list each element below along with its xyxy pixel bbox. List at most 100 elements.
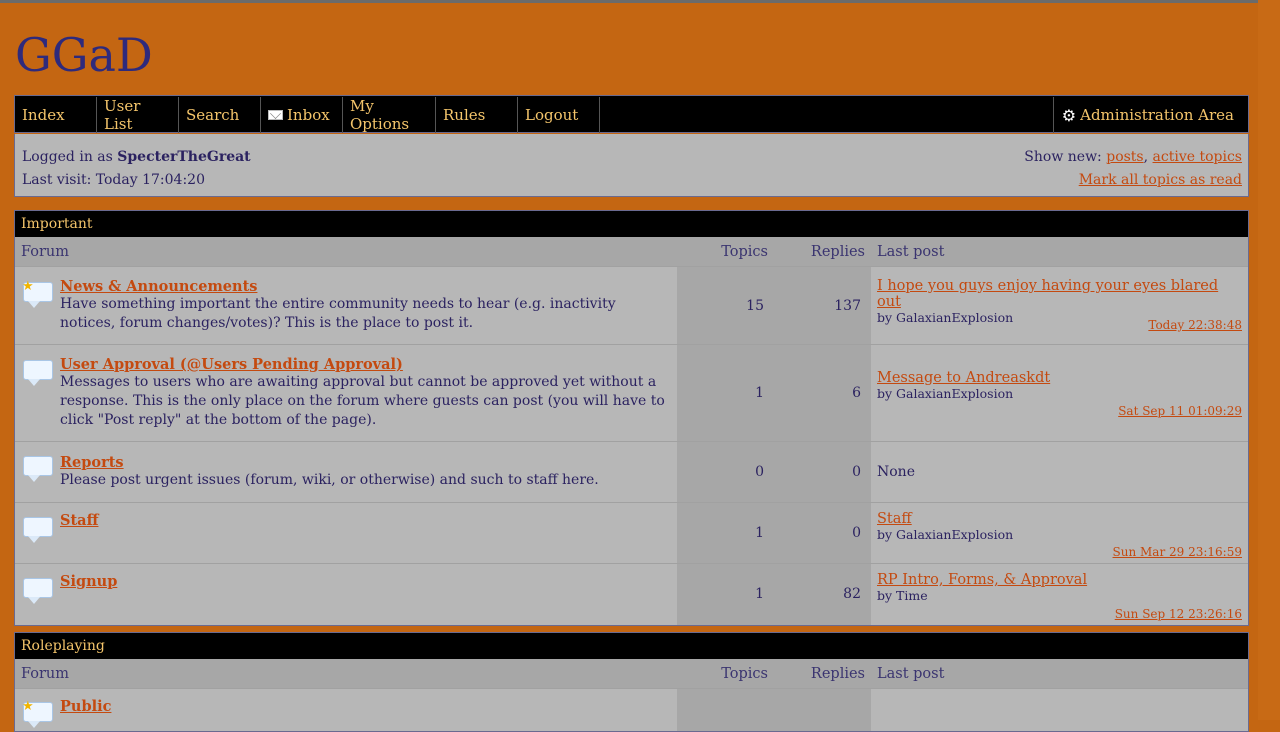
last-post-cell: Staff by GalaxianExplosion Sun Mar 29 23…: [871, 503, 1248, 564]
site-title: GGaD: [15, 28, 153, 82]
last-post-author: by GalaxianExplosion: [877, 527, 1242, 542]
mark-all-read-link[interactable]: Mark all topics as read: [1079, 172, 1242, 188]
col-topics: Topics: [677, 237, 774, 267]
login-info: Logged in as SpecterTheGreat Last visit:…: [22, 146, 251, 192]
last-visit: Last visit: Today 17:04:20: [22, 169, 251, 192]
replies-count: 6: [774, 345, 871, 442]
topics-count: [677, 689, 774, 732]
nav-logout[interactable]: Logout: [518, 97, 600, 133]
last-post-date[interactable]: Today 22:38:48: [1148, 318, 1242, 332]
col-last-post: Last post: [871, 659, 1248, 689]
envelope-icon: [268, 110, 283, 120]
col-replies: Replies: [774, 237, 871, 267]
nav-inbox-label: Inbox: [287, 106, 330, 124]
gear-icon: ⚙: [1062, 106, 1076, 125]
replies-count: [774, 689, 871, 732]
forum-description: Messages to users who are awaiting appro…: [60, 373, 671, 430]
forum-new-icon: ★: [23, 282, 53, 302]
last-post-link[interactable]: Staff: [877, 511, 912, 527]
forum-title[interactable]: User Approval (@Users Pending Approval): [60, 356, 403, 373]
last-post-cell: Message to Andreaskdt by GalaxianExplosi…: [871, 345, 1248, 442]
nav-spacer: [600, 96, 1053, 132]
forum-table: Forum Topics Replies Last post ★ News & …: [15, 237, 1248, 625]
last-post-cell: I hope you guys enjoy having your eyes b…: [871, 267, 1248, 345]
forum-table: Forum Topics Replies Last post ★ Public: [15, 659, 1248, 732]
forum-title[interactable]: Public: [60, 698, 111, 715]
scrollbar-track[interactable]: [1258, 0, 1280, 720]
active-topics-link[interactable]: active topics: [1153, 149, 1242, 165]
forum-cell: User Approval (@Users Pending Approval) …: [15, 345, 677, 442]
forum-new-icon: ★: [23, 702, 53, 722]
forum-cell: ★ News & Announcements Have something im…: [15, 267, 677, 345]
nav-admin[interactable]: ⚙Administration Area: [1053, 97, 1248, 133]
last-post-link[interactable]: RP Intro, Forms, & Approval: [877, 572, 1087, 588]
star-icon: ★: [22, 279, 34, 294]
table-row: User Approval (@Users Pending Approval) …: [15, 345, 1248, 442]
forum-cell: Staff: [15, 503, 677, 564]
nav-admin-label: Administration Area: [1080, 106, 1234, 124]
replies-count: 0: [774, 503, 871, 564]
username: SpecterTheGreat: [117, 149, 250, 165]
replies-count: 0: [774, 442, 871, 503]
forum-cell: Signup: [15, 564, 677, 625]
forum-description: Have something important the entire comm…: [60, 295, 671, 333]
forum-icon: [23, 456, 53, 476]
nav-my-options[interactable]: My Options: [343, 97, 436, 133]
replies-count: 82: [774, 564, 871, 625]
nav-index[interactable]: Index: [15, 97, 97, 133]
show-new-prefix: Show new:: [1024, 149, 1101, 165]
top-border: [0, 0, 1280, 3]
col-last-post: Last post: [871, 237, 1248, 267]
topics-count: 1: [677, 564, 774, 625]
table-row: Reports Please post urgent issues (forum…: [15, 442, 1248, 503]
table-row: ★ News & Announcements Have something im…: [15, 267, 1248, 345]
col-replies: Replies: [774, 659, 871, 689]
main-nav: Index User List Search Inbox My Options …: [14, 95, 1249, 133]
logged-in-line: Logged in as SpecterTheGreat: [22, 146, 251, 169]
category-important: Important Forum Topics Replies Last post…: [14, 210, 1249, 626]
forum-title[interactable]: News & Announcements: [60, 278, 257, 295]
last-post-date[interactable]: Sun Sep 12 23:26:16: [1115, 607, 1242, 621]
col-forum: Forum: [15, 659, 677, 689]
table-header-row: Forum Topics Replies Last post: [15, 237, 1248, 267]
last-post-none: None: [877, 464, 915, 480]
nav-rules[interactable]: Rules: [436, 97, 518, 133]
table-row: Staff 1 0 Staff by GalaxianExplosion Sun…: [15, 503, 1248, 564]
user-status-box: Logged in as SpecterTheGreat Last visit:…: [14, 134, 1249, 197]
table-header-row: Forum Topics Replies Last post: [15, 659, 1248, 689]
nav-search[interactable]: Search: [179, 97, 261, 133]
last-post-link[interactable]: Message to Andreaskdt: [877, 370, 1050, 386]
table-row: ★ Public: [15, 689, 1248, 732]
forum-description: Please post urgent issues (forum, wiki, …: [60, 471, 671, 490]
topics-count: 1: [677, 503, 774, 564]
forum-title[interactable]: Signup: [60, 573, 117, 590]
topics-count: 0: [677, 442, 774, 503]
star-icon: ★: [22, 699, 34, 714]
show-new-links: Show new: posts, active topics Mark all …: [1024, 146, 1242, 192]
nav-inbox[interactable]: Inbox: [261, 97, 343, 133]
last-post-cell: RP Intro, Forms, & Approval by Time Sun …: [871, 564, 1248, 625]
forum-title[interactable]: Reports: [60, 454, 124, 471]
last-post-author: by GalaxianExplosion: [877, 386, 1242, 401]
last-post-date[interactable]: Sat Sep 11 01:09:29: [1118, 404, 1242, 418]
forum-title[interactable]: Staff: [60, 512, 98, 529]
category-roleplaying: Roleplaying Forum Topics Replies Last po…: [14, 632, 1249, 732]
forum-cell: ★ Public: [15, 689, 677, 732]
col-forum: Forum: [15, 237, 677, 267]
forum-icon: [23, 578, 53, 598]
last-post-link[interactable]: I hope you guys enjoy having your eyes b…: [877, 278, 1218, 310]
col-topics: Topics: [677, 659, 774, 689]
last-post-cell: None: [871, 442, 1248, 503]
nav-user-list[interactable]: User List: [97, 97, 179, 133]
topics-count: 1: [677, 345, 774, 442]
forum-icon: [23, 517, 53, 537]
category-header: Roleplaying: [15, 633, 1248, 659]
last-post-author: by Time: [877, 588, 1242, 603]
topics-count: 15: [677, 267, 774, 345]
replies-count: 137: [774, 267, 871, 345]
last-post-date[interactable]: Sun Mar 29 23:16:59: [1113, 545, 1242, 559]
show-new-posts-link[interactable]: posts: [1106, 149, 1143, 165]
comma: ,: [1144, 149, 1148, 165]
forum-icon: [23, 360, 53, 380]
table-row: Signup 1 82 RP Intro, Forms, & Approval …: [15, 564, 1248, 625]
